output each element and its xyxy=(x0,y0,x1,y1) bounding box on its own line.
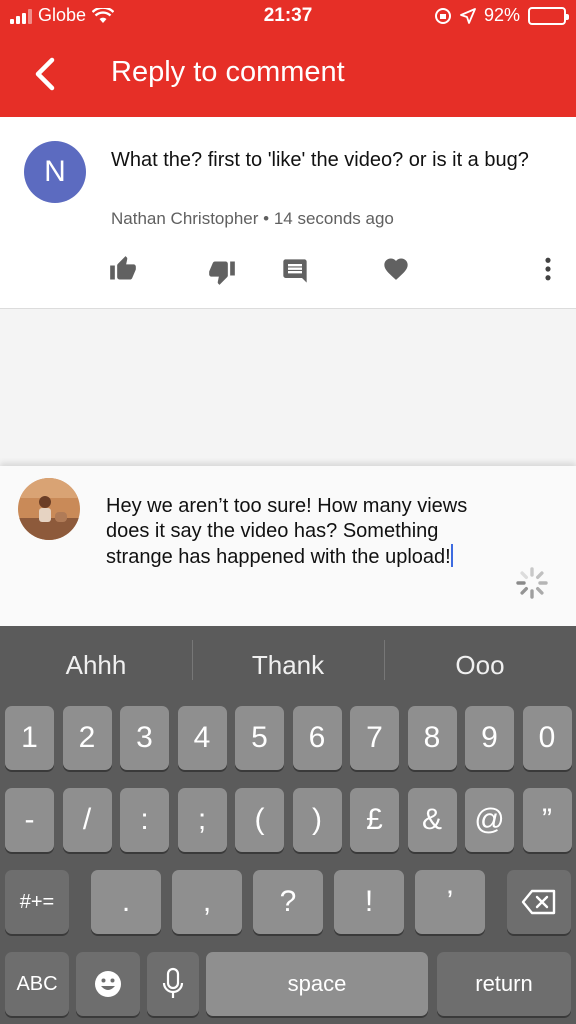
location-icon xyxy=(460,7,476,24)
keyboard: Ahhh Thank Ooo 1234567890 - /:;() £ & @” #+=… xyxy=(0,626,576,1024)
key-punct-3[interactable]: ? xyxy=(253,870,323,934)
app-bar: Globe 21:37 92% Reply to comment xyxy=(0,0,576,117)
key-symbol-10[interactable]: ” xyxy=(522,788,572,852)
key-dictation[interactable] xyxy=(147,952,199,1016)
key-number-5[interactable]: 5 xyxy=(235,706,284,770)
key-symbol-7[interactable]: £ xyxy=(350,788,399,852)
key-number-4[interactable]: 4 xyxy=(177,706,227,770)
key-punct-5[interactable]: ’ xyxy=(415,870,485,934)
key-symbol-2[interactable]: / xyxy=(62,788,112,852)
key-shift-symbols[interactable]: #+= xyxy=(5,870,69,934)
status-bar: Globe 21:37 92% xyxy=(0,0,576,34)
key-symbol-5[interactable]: ( xyxy=(235,788,284,852)
battery-percent: 92% xyxy=(483,5,520,25)
thumb-up-icon[interactable] xyxy=(109,255,137,283)
key-symbol-8[interactable]: & xyxy=(407,788,457,852)
key-punct-4[interactable]: ! xyxy=(334,870,404,934)
key-symbol-6[interactable]: ) xyxy=(292,788,342,852)
key-emoji[interactable] xyxy=(76,952,140,1016)
comment-author[interactable]: Nathan Christopher xyxy=(111,209,258,228)
suggestion-2[interactable]: Thank xyxy=(192,639,384,681)
microphone-icon xyxy=(162,967,184,998)
reply-icon[interactable] xyxy=(281,257,309,285)
key-symbol-9[interactable]: @ xyxy=(465,788,514,852)
key-number-8[interactable]: 8 xyxy=(407,706,457,770)
key-symbol-3[interactable]: : xyxy=(120,788,169,852)
key-number-1[interactable]: 1 xyxy=(5,706,54,770)
comment-meta: Nathan Christopher • 14 seconds ago xyxy=(111,209,394,229)
comment-time: 14 seconds ago xyxy=(273,209,394,228)
key-space[interactable]: space xyxy=(206,952,428,1016)
more-vert-icon[interactable] xyxy=(534,255,562,283)
thumb-down-icon[interactable] xyxy=(208,258,236,286)
loading-spinner-icon xyxy=(516,567,548,599)
back-button[interactable] xyxy=(28,54,64,94)
key-number-6[interactable]: 6 xyxy=(292,706,342,770)
key-abc[interactable]: ABC xyxy=(5,952,69,1016)
key-return[interactable]: return xyxy=(437,952,571,1016)
suggestion-3[interactable]: Ooo xyxy=(384,639,576,681)
key-number-10[interactable]: 0 xyxy=(522,706,572,770)
key-punct-2[interactable]: , xyxy=(172,870,242,934)
key-number-9[interactable]: 9 xyxy=(465,706,514,770)
empty-area xyxy=(0,310,576,466)
comment-card: N What the? first to 'like' the video? o… xyxy=(0,117,576,309)
emoji-icon xyxy=(95,971,121,997)
avatar[interactable]: N xyxy=(24,141,86,203)
key-symbol-4[interactable]: ; xyxy=(177,788,227,852)
backspace-icon xyxy=(521,889,556,915)
reply-input-text: Hey we aren’t too sure! How many views d… xyxy=(106,495,468,568)
user-avatar[interactable] xyxy=(18,478,80,540)
key-number-7[interactable]: 7 xyxy=(350,706,399,770)
suggestion-bar: Ahhh Thank Ooo xyxy=(0,626,576,704)
reply-composer: Hey we aren’t too sure! How many views d… xyxy=(0,466,576,626)
battery-icon xyxy=(528,6,569,25)
key-delete[interactable] xyxy=(507,870,571,934)
meta-separator: • xyxy=(263,209,270,228)
suggestion-1[interactable]: Ahhh xyxy=(0,650,192,681)
orientation-lock-icon xyxy=(434,7,451,24)
key-symbol-1[interactable]: - xyxy=(5,788,54,852)
comment-text: What the? first to 'like' the video? or … xyxy=(111,149,529,171)
key-punct-1[interactable]: . xyxy=(91,870,161,934)
text-caret xyxy=(450,544,453,567)
page-title: Reply to comment xyxy=(111,56,345,88)
status-right: 92% xyxy=(434,5,569,26)
key-number-2[interactable]: 2 xyxy=(62,706,112,770)
reply-input[interactable]: Hey we aren’t too sure! How many views d… xyxy=(106,494,496,570)
key-number-3[interactable]: 3 xyxy=(120,706,169,770)
heart-icon[interactable] xyxy=(382,255,410,283)
